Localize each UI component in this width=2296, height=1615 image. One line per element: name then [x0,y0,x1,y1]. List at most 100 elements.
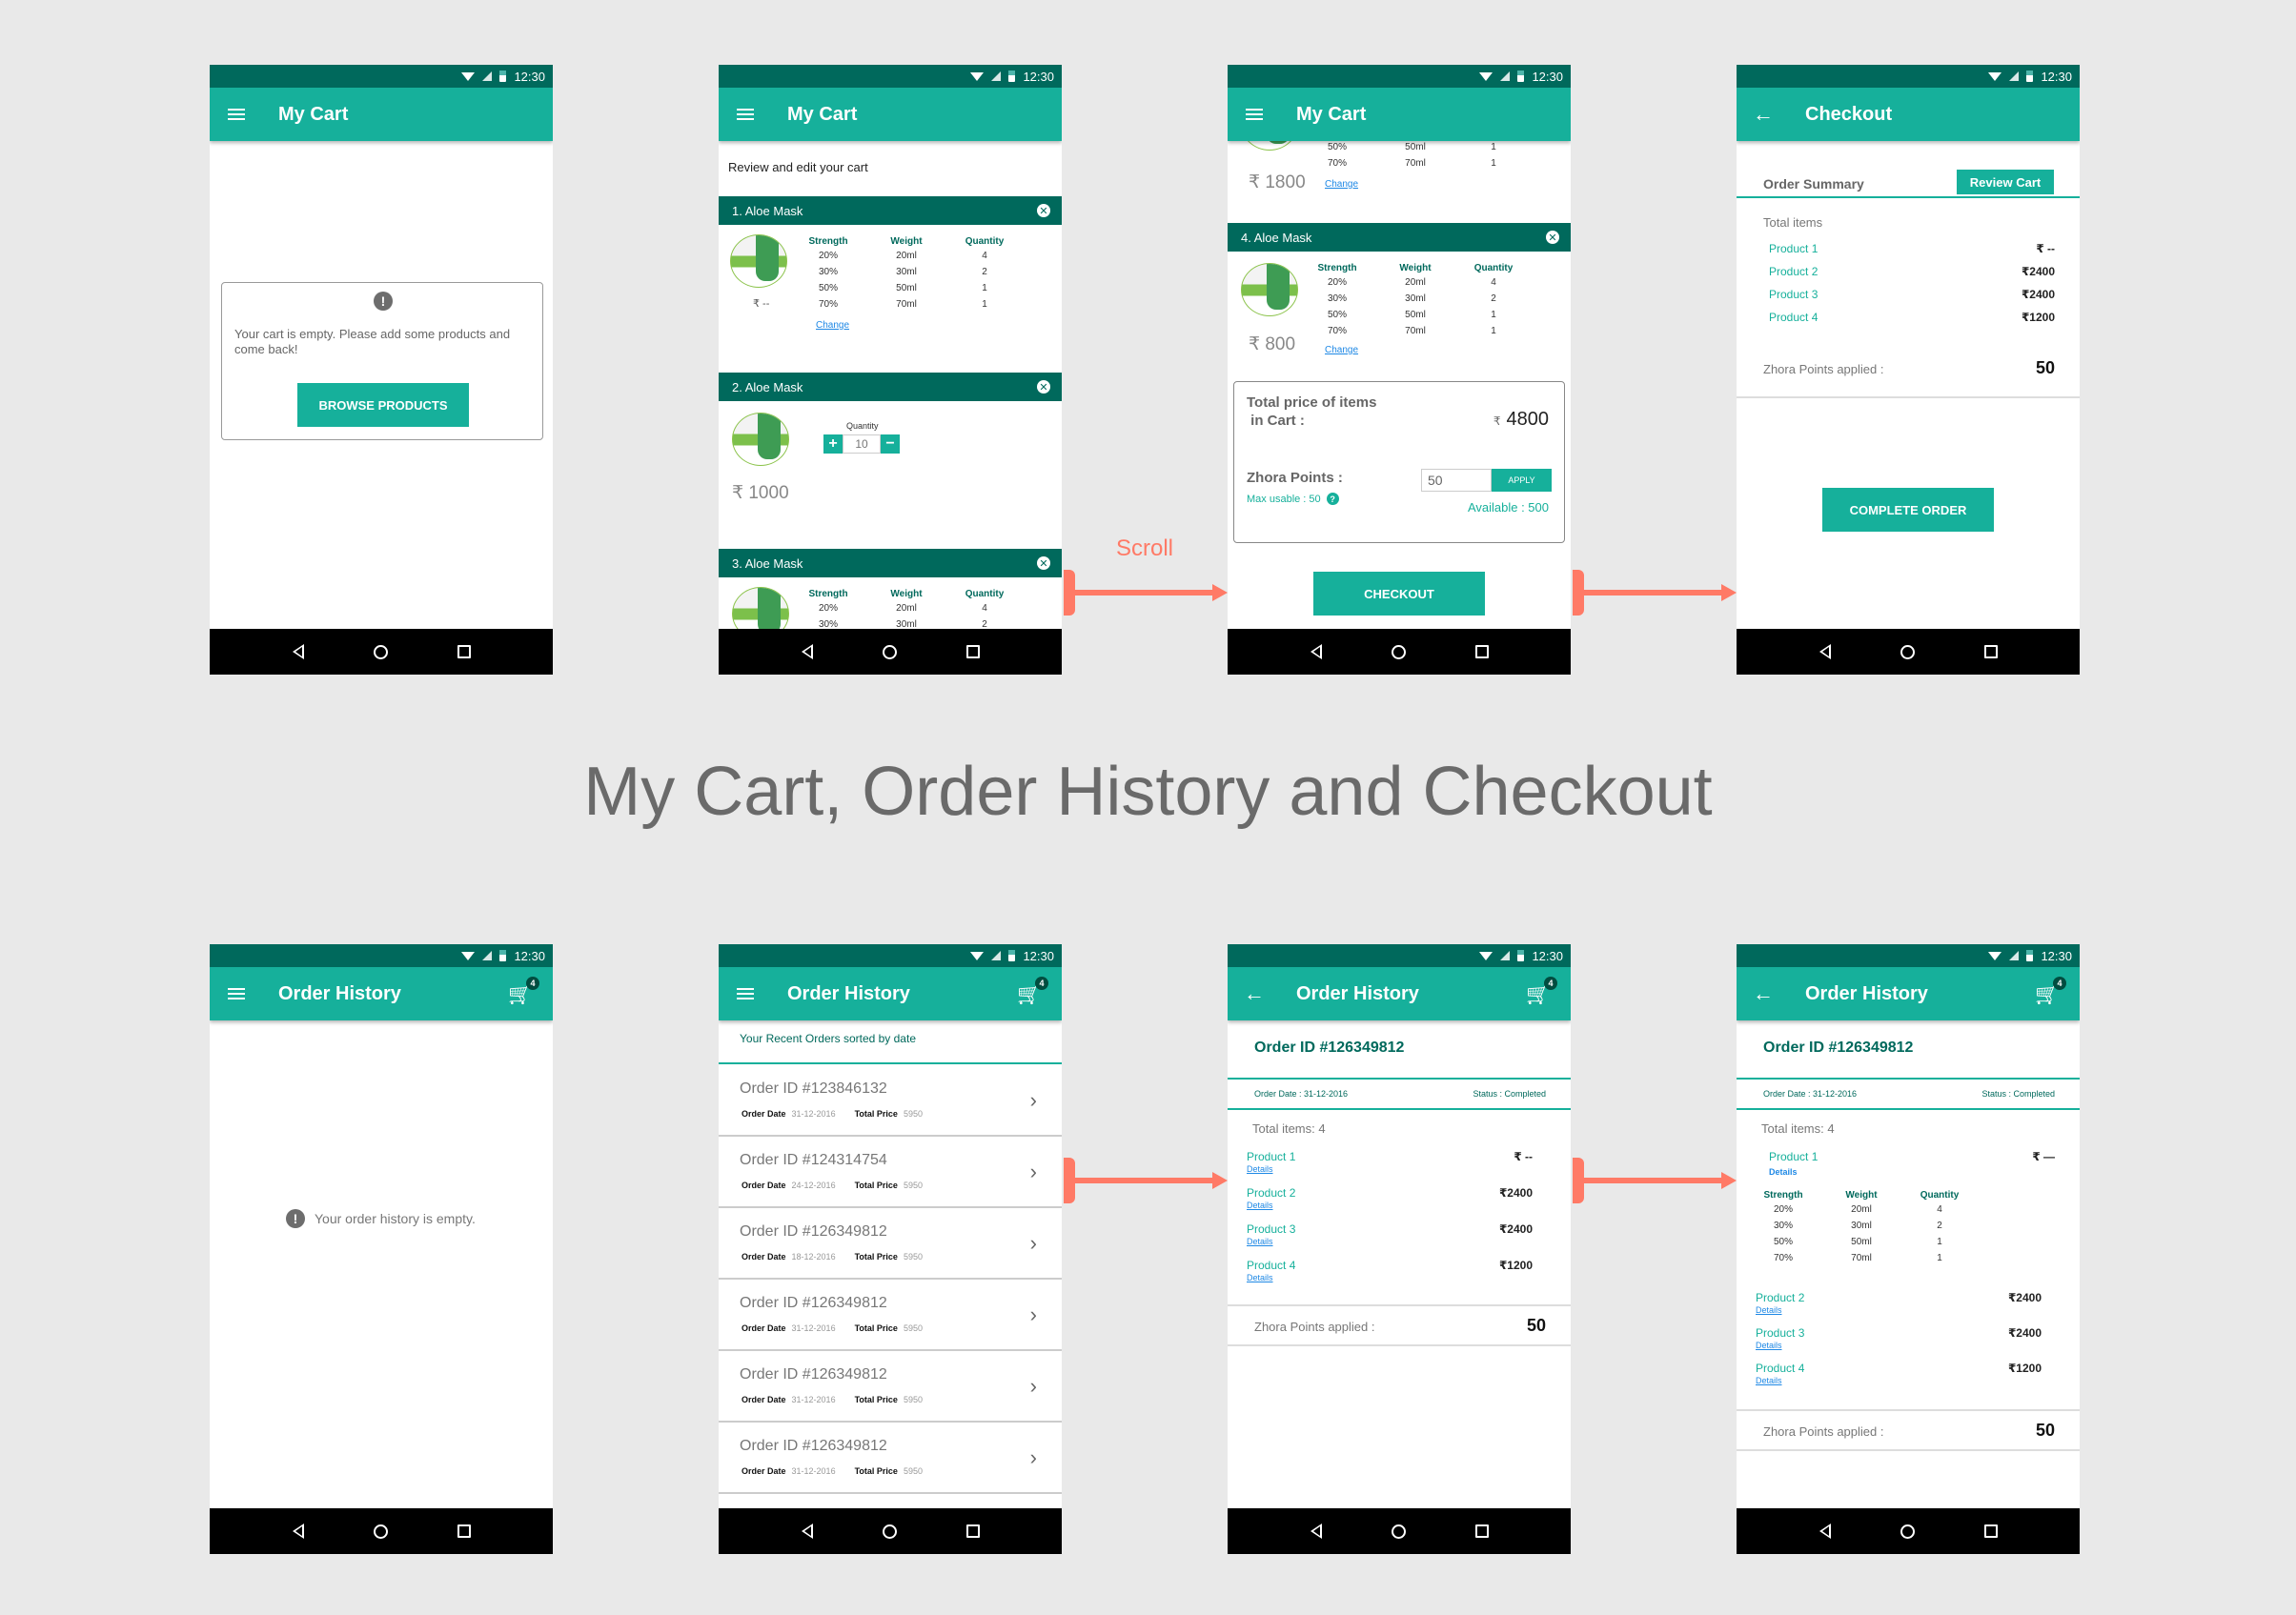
product-name[interactable]: Product 3 [1247,1222,1295,1236]
menu-button[interactable] [210,988,263,999]
chevron-right-icon[interactable]: › [1030,1302,1037,1327]
product-row[interactable]: Product 4 ₹1200 [1769,311,2055,328]
product-name[interactable]: Product 1 [1769,1150,1818,1163]
remove-item-icon[interactable]: ✕ [1037,204,1050,217]
nav-home-icon[interactable] [1391,1524,1406,1539]
details-link[interactable]: Details [1756,1341,1782,1350]
nav-back-icon[interactable] [801,1524,813,1539]
nav-home-icon[interactable] [373,644,388,659]
chevron-right-icon[interactable]: › [1030,1088,1037,1113]
order-list-item[interactable]: Order ID #124314754 Order Date 24-12-2016 T… [719,1137,1062,1208]
nav-recents-icon[interactable] [1474,645,1489,658]
nav-home-icon[interactable] [1900,1524,1915,1539]
system-nav-bar [719,1508,1062,1554]
order-list-item[interactable]: Order ID #123846132 Order Date 31-12-2016 T… [719,1065,1062,1137]
nav-back-icon[interactable] [801,644,813,659]
remove-item-icon[interactable]: ✕ [1037,556,1050,570]
change-link[interactable]: Change [1325,179,1358,190]
details-link[interactable]: Details [1247,1237,1273,1246]
nav-back-icon[interactable] [292,644,304,659]
nav-home-icon[interactable] [882,1524,897,1539]
menu-button[interactable] [1228,109,1281,120]
chevron-right-icon[interactable]: › [1030,1445,1037,1470]
product-row[interactable]: Product 1 ₹ -- Details [1247,1150,1533,1174]
back-button[interactable]: ← [1737,104,1790,125]
product-name[interactable]: Product 1 [1769,242,1818,255]
chevron-right-icon[interactable]: › [1030,1160,1037,1184]
product-row[interactable]: Product 3 ₹2400 [1769,288,2055,305]
remove-item-icon[interactable]: ✕ [1546,231,1559,244]
product-row[interactable]: Product 1 ₹ — Details [1769,1150,2055,1177]
product-row[interactable]: Product 2 ₹2400 [1769,265,2055,282]
chevron-right-icon[interactable]: › [1030,1374,1037,1399]
decrement-button[interactable]: − [881,434,900,454]
nav-back-icon[interactable] [1819,644,1831,659]
complete-order-button[interactable]: COMPLETE ORDER [1822,488,1994,532]
details-link[interactable]: Details [1756,1376,1782,1385]
nav-recents-icon[interactable] [1474,1524,1489,1538]
nav-home-icon[interactable] [373,1524,388,1539]
back-button[interactable]: ← [1228,983,1281,1004]
details-link[interactable]: Details [1247,1164,1273,1174]
product-name[interactable]: Product 4 [1756,1362,1804,1375]
nav-back-icon[interactable] [1819,1524,1831,1539]
product-row[interactable]: Product 4 ₹1200 Details [1247,1259,1533,1282]
browse-products-button[interactable]: BROWSE PRODUCTS [297,383,469,427]
product-name[interactable]: Product 2 [1769,265,1818,278]
nav-back-icon[interactable] [1310,644,1322,659]
order-list-item[interactable]: Order ID #126349812 Order Date 31-12-2016 T… [719,1423,1062,1494]
nav-home-icon[interactable] [1391,644,1406,659]
apply-points-button[interactable]: APPLY [1492,469,1552,492]
help-icon[interactable]: ? [1326,493,1339,505]
product-row[interactable]: Product 3 ₹2400 Details [1756,1326,2042,1350]
cart-badge: 4 [1035,977,1048,990]
review-cart-button[interactable]: Review Cart [1957,170,2054,194]
content[interactable]: Your Recent Orders sorted by date Order … [719,1020,1062,1508]
product-name[interactable]: Product 2 [1247,1186,1295,1200]
product-name[interactable]: Product 1 [1247,1150,1295,1163]
menu-button[interactable] [719,109,772,120]
product-row[interactable]: Product 3 ₹2400 Details [1247,1222,1533,1246]
menu-button[interactable] [210,109,263,120]
change-link[interactable]: Change [1325,345,1358,355]
product-row[interactable]: Product 4 ₹1200 Details [1756,1362,2042,1385]
increment-button[interactable]: + [823,434,843,454]
product-name[interactable]: Product 3 [1756,1326,1804,1340]
item-name: 2. Aloe Mask [732,379,803,394]
back-button[interactable]: ← [1737,983,1790,1004]
nav-recents-icon[interactable] [965,645,980,658]
quantity-stepper[interactable]: + 10 − [823,434,900,454]
nav-recents-icon[interactable] [965,1524,980,1538]
product-name[interactable]: Product 4 [1247,1259,1295,1272]
nav-back-icon[interactable] [292,1524,304,1539]
nav-home-icon[interactable] [882,644,897,659]
nav-recents-icon[interactable] [457,1524,471,1538]
product-name[interactable]: Product 4 [1769,311,1818,324]
product-row[interactable]: Product 2 ₹2400 Details [1247,1186,1533,1210]
nav-back-icon[interactable] [1310,1524,1322,1539]
change-link[interactable]: Change [816,320,849,331]
details-link[interactable]: Details [1756,1305,1782,1315]
checkout-button[interactable]: CHECKOUT [1313,572,1485,616]
content[interactable]: Review and edit your cart 1. Aloe Mask ✕… [719,141,1062,629]
chevron-right-icon[interactable]: › [1030,1231,1037,1256]
product-row[interactable]: Product 1 ₹ -- [1769,242,2055,259]
product-name[interactable]: Product 2 [1756,1291,1804,1304]
order-list-item[interactable]: Order ID #126349812 Order Date 31-12-2016 T… [719,1351,1062,1423]
menu-button[interactable] [719,988,772,999]
order-list-item[interactable]: Order ID #126349812 Order Date 18-12-2016 T… [719,1208,1062,1280]
nav-home-icon[interactable] [1900,644,1915,659]
order-list-item[interactable]: Order ID #126349812 Order Date 31-12-2016 T… [719,1280,1062,1351]
nav-recents-icon[interactable] [1983,645,1998,658]
quantity-value[interactable]: 10 [843,434,881,454]
details-link[interactable]: Details [1769,1167,1798,1177]
details-link[interactable]: Details [1247,1201,1273,1210]
details-link[interactable]: Details [1247,1273,1273,1282]
product-name[interactable]: Product 3 [1769,288,1818,301]
zhora-points-input[interactable] [1421,469,1492,492]
remove-item-icon[interactable]: ✕ [1037,380,1050,394]
nav-recents-icon[interactable] [1983,1524,1998,1538]
product-row[interactable]: Product 2 ₹2400 Details [1756,1291,2042,1315]
content[interactable]: 50% 50ml 1 70% 70ml 1 ₹ 1800 Change 4. Aloe M… [1228,141,1571,629]
nav-recents-icon[interactable] [457,645,471,658]
